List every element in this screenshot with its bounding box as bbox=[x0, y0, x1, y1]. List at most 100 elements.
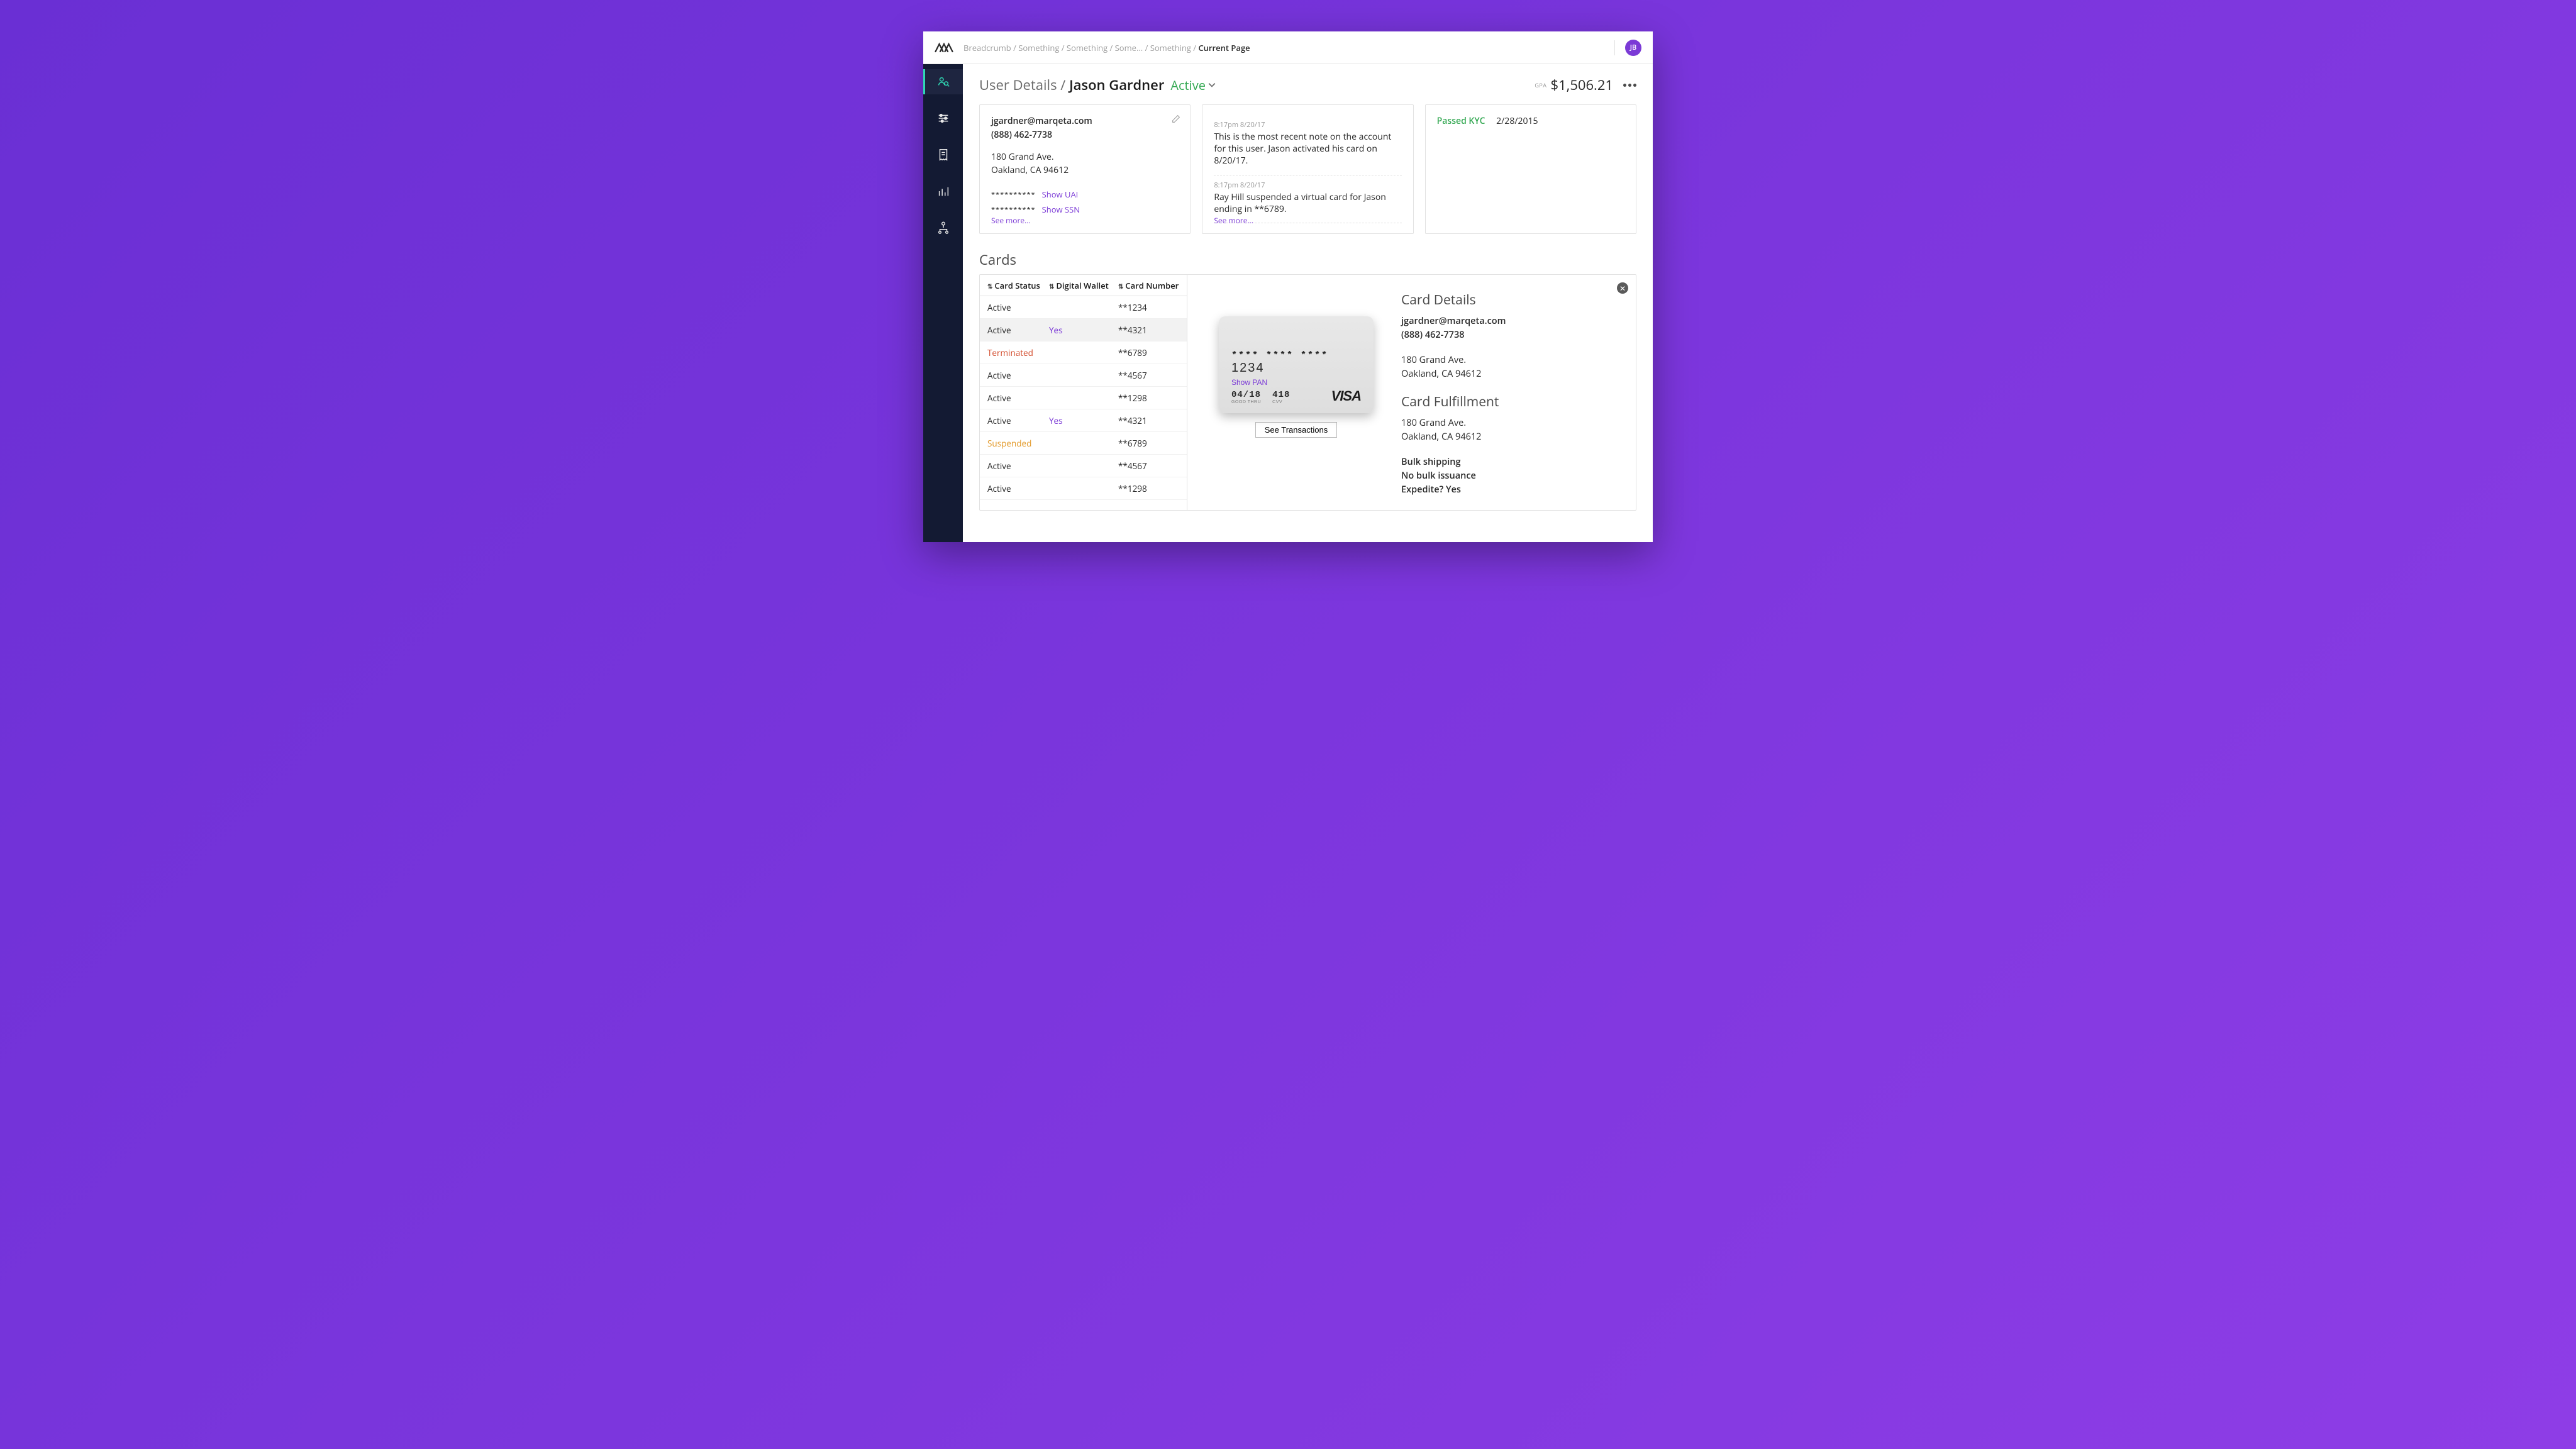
cell-status: Active bbox=[980, 302, 1049, 313]
contact-addr2: Oakland, CA 94612 bbox=[991, 164, 1179, 176]
contact-panel: jgardner@marqeta.com (888) 462-7738 180 … bbox=[979, 104, 1191, 234]
note-body: This is the most recent note on the acco… bbox=[1214, 131, 1401, 167]
bulk-shipping: Bulk shipping bbox=[1401, 456, 1506, 468]
sidebar-item-analytics[interactable] bbox=[923, 179, 963, 204]
table-row[interactable]: Active **1234 bbox=[980, 296, 1187, 319]
sidebar-item-org[interactable] bbox=[923, 215, 963, 240]
note-meta: 8:17pm 8/20/17 bbox=[1214, 120, 1401, 130]
col-digital-wallet[interactable]: ⇅Digital Wallet bbox=[1049, 280, 1118, 291]
col-card-number[interactable]: ⇅Card Number bbox=[1118, 280, 1187, 291]
breadcrumb[interactable]: Breadcrumb / Something / Something / Som… bbox=[963, 42, 1250, 53]
fulfillment-heading: Card Fulfillment bbox=[1401, 393, 1506, 411]
gpa-amount: $1,506.21 bbox=[1550, 75, 1613, 94]
f-addr1: 180 Grand Ave. bbox=[1401, 417, 1506, 429]
table-row[interactable]: Active **4567 bbox=[980, 364, 1187, 387]
status-label: Active bbox=[1170, 77, 1206, 94]
notes-see-more[interactable]: See more... bbox=[1214, 215, 1253, 226]
kyc-date: 2/28/2015 bbox=[1496, 115, 1538, 127]
cell-number: **4567 bbox=[1118, 460, 1187, 472]
card-details-heading: Card Details bbox=[1401, 291, 1506, 309]
more-menu-icon[interactable] bbox=[1623, 84, 1636, 87]
avatar[interactable]: JB bbox=[1625, 40, 1641, 56]
contact-phone: (888) 462-7738 bbox=[991, 129, 1179, 141]
cell-number: **4321 bbox=[1118, 325, 1187, 336]
cell-wallet: Yes bbox=[1049, 415, 1118, 426]
sidebar-item-receipts[interactable] bbox=[923, 142, 963, 167]
uai-masked: ********** bbox=[991, 190, 1036, 199]
cell-number: **1298 bbox=[1118, 392, 1187, 404]
cell-status: Active bbox=[980, 325, 1049, 336]
sidebar-item-user-search[interactable] bbox=[923, 69, 963, 94]
breadcrumb-path[interactable]: Breadcrumb / Something / Something / Som… bbox=[963, 42, 1198, 53]
kyc-panel: Passed KYC 2/28/2015 bbox=[1425, 104, 1636, 234]
detail-addr1: 180 Grand Ave. bbox=[1401, 354, 1506, 366]
table-row[interactable]: Terminated **6789 bbox=[980, 341, 1187, 364]
cards-section-title: Cards bbox=[963, 234, 1653, 274]
topbar-divider bbox=[1614, 40, 1615, 55]
cell-status: Active bbox=[980, 370, 1049, 381]
cell-status: Active bbox=[980, 460, 1049, 472]
col-card-status[interactable]: ⇅Card Status bbox=[980, 280, 1049, 291]
table-row[interactable]: ActiveYes**4321 bbox=[980, 409, 1187, 432]
show-uai-link[interactable]: Show UAI bbox=[1042, 189, 1079, 200]
table-row[interactable]: ActiveYes**4321 bbox=[980, 319, 1187, 341]
card-visual: **** **** **** 1234 Show PAN 04/18 GOOD … bbox=[1219, 316, 1374, 413]
cell-status: Active bbox=[980, 392, 1049, 404]
table-row[interactable]: Active **1298 bbox=[980, 477, 1187, 500]
page-title-prefix: User Details / bbox=[979, 75, 1069, 94]
note-meta: 8:17pm 8/20/17 bbox=[1214, 180, 1401, 190]
status-dropdown[interactable]: Active bbox=[1170, 77, 1216, 94]
sidebar-item-settings[interactable] bbox=[923, 106, 963, 131]
card-detail-text: Card Details jgardner@marqeta.com (888) … bbox=[1401, 291, 1506, 497]
card-cvv-label: CVV bbox=[1272, 400, 1290, 404]
f-addr2: Oakland, CA 94612 bbox=[1401, 431, 1506, 443]
cell-number: **6789 bbox=[1118, 438, 1187, 449]
show-ssn-link[interactable]: Show SSN bbox=[1042, 204, 1080, 215]
notes-panel: 8:17pm 8/20/17This is the most recent no… bbox=[1202, 104, 1413, 234]
page-header: User Details / Jason Gardner Active GPA … bbox=[963, 64, 1653, 101]
bulk-issuance: No bulk issuance bbox=[1401, 470, 1506, 482]
table-row[interactable]: Active **4567 bbox=[980, 455, 1187, 477]
breadcrumb-current: Current Page bbox=[1198, 42, 1250, 53]
detail-phone: (888) 462-7738 bbox=[1401, 329, 1506, 341]
kyc-status: Passed KYC bbox=[1437, 115, 1485, 127]
card-exp-label: GOOD THRU bbox=[1231, 400, 1261, 404]
gpa-label: GPA bbox=[1535, 81, 1546, 89]
page-title: User Details / Jason Gardner bbox=[979, 75, 1164, 94]
logo-icon bbox=[935, 42, 953, 54]
cards-table: ⇅Card Status ⇅Digital Wallet ⇅Card Numbe… bbox=[980, 275, 1187, 510]
cell-number: **1298 bbox=[1118, 483, 1187, 494]
note-body: Ray Hill suspended a virtual card for Ja… bbox=[1214, 192, 1401, 216]
main-content: User Details / Jason Gardner Active GPA … bbox=[963, 64, 1653, 542]
cell-status: Active bbox=[980, 483, 1049, 494]
table-row[interactable]: Suspended **6789 bbox=[980, 432, 1187, 455]
cell-status: Active bbox=[980, 415, 1049, 426]
detail-addr2: Oakland, CA 94612 bbox=[1401, 368, 1506, 380]
contact-email: jgardner@marqeta.com bbox=[991, 115, 1179, 127]
contact-see-more[interactable]: See more... bbox=[991, 215, 1031, 226]
expedite: Expedite? Yes bbox=[1401, 484, 1506, 496]
cell-number: **1234 bbox=[1118, 302, 1187, 313]
cell-wallet: Yes bbox=[1049, 325, 1118, 336]
card-exp: 04/18 bbox=[1231, 390, 1261, 400]
cell-number: **6789 bbox=[1118, 347, 1187, 358]
contact-addr1: 180 Grand Ave. bbox=[991, 151, 1179, 163]
close-icon[interactable]: ✕ bbox=[1617, 282, 1628, 294]
cell-status: Terminated bbox=[980, 347, 1049, 358]
chevron-down-icon bbox=[1208, 81, 1216, 89]
edit-icon[interactable] bbox=[1171, 114, 1181, 127]
cell-number: **4321 bbox=[1118, 415, 1187, 426]
note-item: 8:17pm 8/20/17This is the most recent no… bbox=[1214, 115, 1401, 175]
show-pan-link[interactable]: Show PAN bbox=[1231, 378, 1361, 387]
cell-status: Suspended bbox=[980, 438, 1049, 449]
see-transactions-button[interactable]: See Transactions bbox=[1255, 422, 1337, 438]
table-row[interactable]: Active **1298 bbox=[980, 387, 1187, 409]
cell-number: **4567 bbox=[1118, 370, 1187, 381]
ssn-masked: ********** bbox=[991, 205, 1036, 214]
cards-wrap: ⇅Card Status ⇅Digital Wallet ⇅Card Numbe… bbox=[979, 274, 1636, 511]
cards-table-header: ⇅Card Status ⇅Digital Wallet ⇅Card Numbe… bbox=[980, 275, 1187, 296]
app-shell: Breadcrumb / Something / Something / Som… bbox=[923, 31, 1653, 542]
card-pan: **** **** **** 1234 bbox=[1231, 350, 1361, 375]
page-title-name: Jason Gardner bbox=[1069, 75, 1164, 94]
topbar: Breadcrumb / Something / Something / Som… bbox=[923, 31, 1653, 64]
